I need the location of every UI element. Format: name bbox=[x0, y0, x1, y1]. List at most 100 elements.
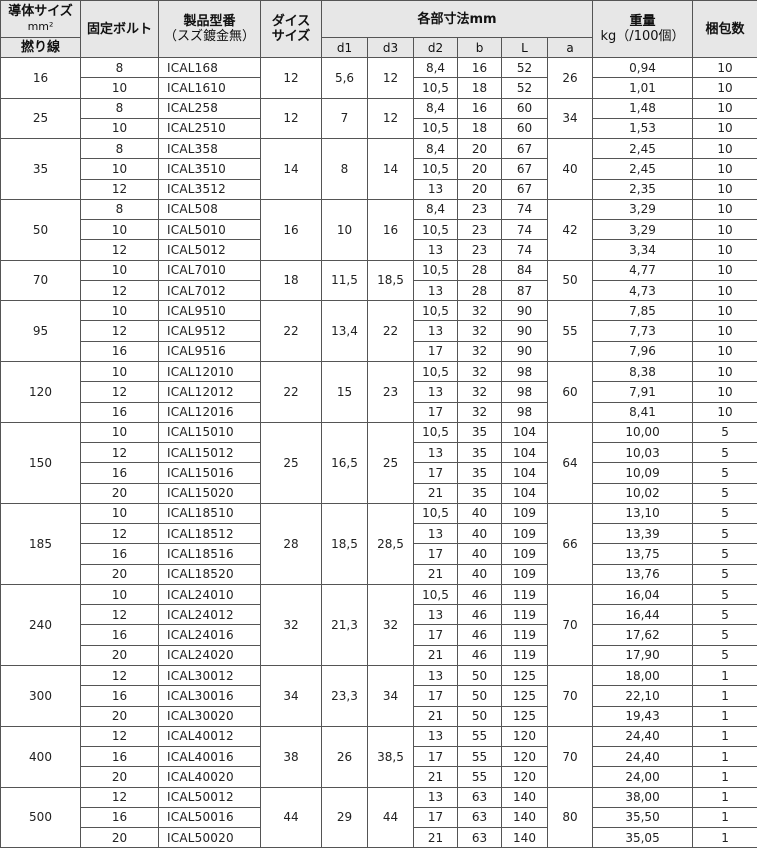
bolt-cell: 10 bbox=[81, 584, 159, 604]
b-cell: 18 bbox=[458, 118, 502, 138]
b-cell: 55 bbox=[458, 747, 502, 767]
header-conductor-unit: mm² bbox=[1, 19, 80, 34]
d2-cell: 17 bbox=[414, 807, 458, 827]
L-cell: 90 bbox=[502, 341, 548, 361]
d3-cell: 23 bbox=[368, 361, 414, 422]
L-cell: 140 bbox=[502, 787, 548, 807]
bolt-cell: 16 bbox=[81, 807, 159, 827]
pack-qty-cell: 5 bbox=[693, 544, 757, 564]
weight-cell: 1,48 bbox=[593, 98, 693, 118]
die-size-cell: 12 bbox=[261, 98, 322, 139]
L-cell: 52 bbox=[502, 58, 548, 78]
model-cell: ICAL50020 bbox=[159, 828, 261, 848]
die-size-cell: 25 bbox=[261, 422, 322, 503]
spec-table-body: 168ICAL168125,6128,41652260,941010ICAL16… bbox=[1, 58, 757, 848]
d1-cell: 10 bbox=[322, 199, 368, 260]
L-cell: 140 bbox=[502, 828, 548, 848]
model-cell: ICAL30012 bbox=[159, 665, 261, 685]
header-b: b bbox=[458, 38, 502, 58]
weight-cell: 16,44 bbox=[593, 605, 693, 625]
d2-cell: 17 bbox=[414, 463, 458, 483]
conductor-size-cell: 240 bbox=[1, 584, 81, 665]
conductor-size-cell: 70 bbox=[1, 260, 81, 301]
header-pack-qty: 梱包数 bbox=[693, 1, 757, 58]
L-cell: 140 bbox=[502, 807, 548, 827]
pack-qty-cell: 10 bbox=[693, 58, 757, 78]
weight-cell: 1,53 bbox=[593, 118, 693, 138]
spec-table: 導体サイズ mm² 固定ボルト 製品型番 （スズ鍍金無） ダイス サイズ 各部寸… bbox=[0, 0, 757, 848]
d2-cell: 13 bbox=[414, 524, 458, 544]
d2-cell: 13 bbox=[414, 240, 458, 260]
d2-cell: 17 bbox=[414, 402, 458, 422]
header-weight-unit: kg（/100個） bbox=[593, 29, 692, 44]
d3-cell: 12 bbox=[368, 98, 414, 139]
model-cell: ICAL30016 bbox=[159, 686, 261, 706]
model-cell: ICAL2510 bbox=[159, 118, 261, 138]
d2-cell: 10,5 bbox=[414, 78, 458, 98]
bolt-cell: 10 bbox=[81, 220, 159, 240]
L-cell: 74 bbox=[502, 220, 548, 240]
b-cell: 50 bbox=[458, 686, 502, 706]
bolt-cell: 12 bbox=[81, 240, 159, 260]
b-cell: 46 bbox=[458, 584, 502, 604]
header-d3: d3 bbox=[368, 38, 414, 58]
L-cell: 120 bbox=[502, 747, 548, 767]
pack-qty-cell: 1 bbox=[693, 686, 757, 706]
conductor-size-cell: 35 bbox=[1, 139, 81, 200]
model-cell: ICAL9510 bbox=[159, 301, 261, 321]
bolt-cell: 16 bbox=[81, 747, 159, 767]
b-cell: 50 bbox=[458, 706, 502, 726]
bolt-cell: 12 bbox=[81, 382, 159, 402]
weight-cell: 24,40 bbox=[593, 726, 693, 746]
pack-qty-cell: 10 bbox=[693, 98, 757, 118]
L-cell: 52 bbox=[502, 78, 548, 98]
pack-qty-cell: 1 bbox=[693, 706, 757, 726]
model-cell: ICAL40012 bbox=[159, 726, 261, 746]
weight-cell: 16,04 bbox=[593, 584, 693, 604]
bolt-cell: 10 bbox=[81, 422, 159, 442]
pack-qty-cell: 1 bbox=[693, 767, 757, 787]
d3-cell: 32 bbox=[368, 584, 414, 665]
b-cell: 35 bbox=[458, 443, 502, 463]
b-cell: 63 bbox=[458, 807, 502, 827]
a-cell: 26 bbox=[548, 58, 593, 99]
bolt-cell: 16 bbox=[81, 402, 159, 422]
model-cell: ICAL3512 bbox=[159, 179, 261, 199]
L-cell: 109 bbox=[502, 503, 548, 523]
table-row: 12010ICAL1201022152310,53298608,3810 bbox=[1, 361, 757, 381]
weight-cell: 17,62 bbox=[593, 625, 693, 645]
pack-qty-cell: 10 bbox=[693, 260, 757, 280]
d3-cell: 12 bbox=[368, 58, 414, 99]
weight-cell: 0,94 bbox=[593, 58, 693, 78]
a-cell: 50 bbox=[548, 260, 593, 301]
b-cell: 63 bbox=[458, 828, 502, 848]
model-cell: ICAL18512 bbox=[159, 524, 261, 544]
header-model: 製品型番 （スズ鍍金無） bbox=[159, 1, 261, 58]
b-cell: 46 bbox=[458, 645, 502, 665]
pack-qty-cell: 10 bbox=[693, 280, 757, 300]
d2-cell: 21 bbox=[414, 706, 458, 726]
header-conductor-label: 導体サイズ bbox=[1, 4, 80, 19]
weight-cell: 13,76 bbox=[593, 564, 693, 584]
bolt-cell: 8 bbox=[81, 58, 159, 78]
model-cell: ICAL508 bbox=[159, 199, 261, 219]
b-cell: 35 bbox=[458, 463, 502, 483]
bolt-cell: 12 bbox=[81, 179, 159, 199]
model-cell: ICAL24012 bbox=[159, 605, 261, 625]
d3-cell: 25 bbox=[368, 422, 414, 503]
b-cell: 28 bbox=[458, 260, 502, 280]
weight-cell: 2,45 bbox=[593, 139, 693, 159]
bolt-cell: 10 bbox=[81, 503, 159, 523]
L-cell: 60 bbox=[502, 118, 548, 138]
weight-cell: 8,41 bbox=[593, 402, 693, 422]
d2-cell: 10,5 bbox=[414, 159, 458, 179]
d3-cell: 44 bbox=[368, 787, 414, 848]
header-model-note: （スズ鍍金無） bbox=[159, 29, 260, 44]
die-size-cell: 28 bbox=[261, 503, 322, 584]
L-cell: 119 bbox=[502, 625, 548, 645]
header-d1: d1 bbox=[322, 38, 368, 58]
b-cell: 46 bbox=[458, 605, 502, 625]
b-cell: 55 bbox=[458, 726, 502, 746]
L-cell: 98 bbox=[502, 382, 548, 402]
d1-cell: 11,5 bbox=[322, 260, 368, 301]
